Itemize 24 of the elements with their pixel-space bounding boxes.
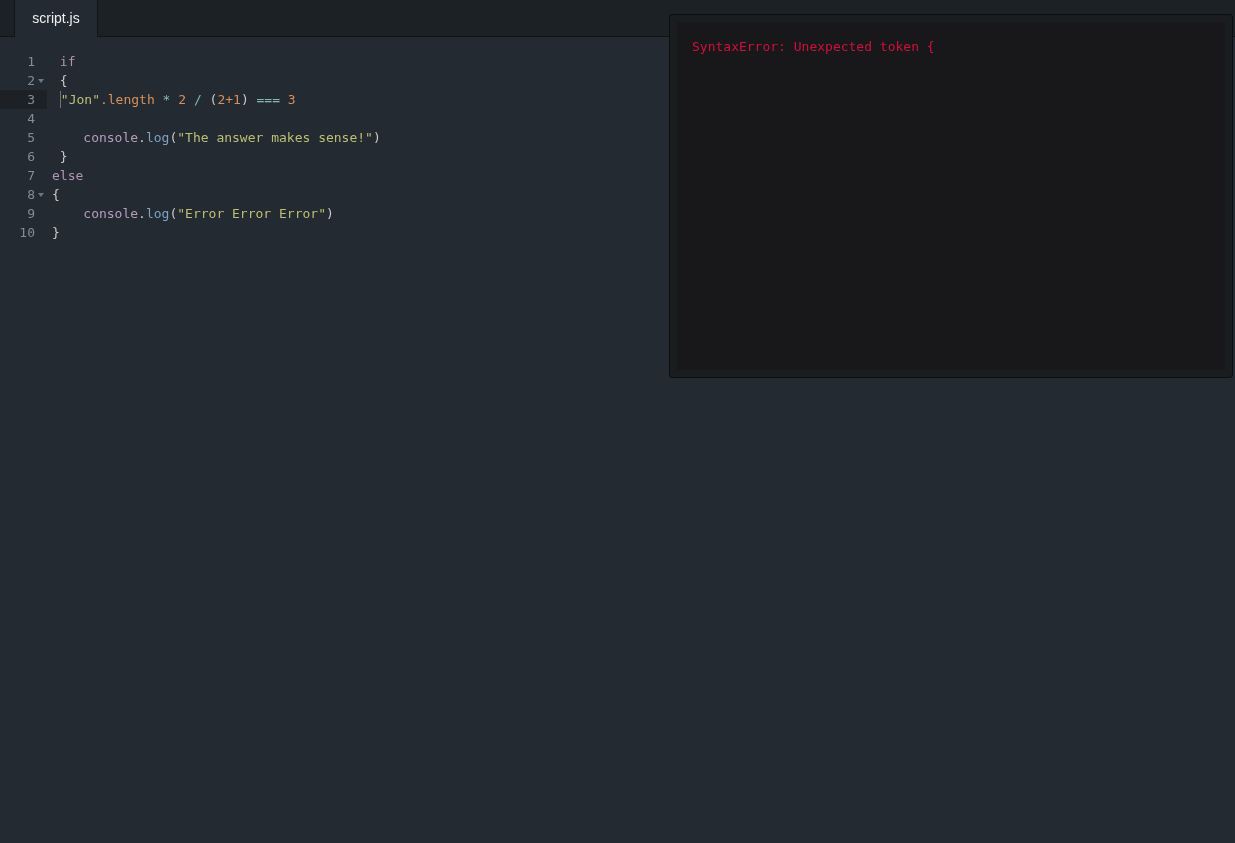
line-number: 5 <box>27 129 35 147</box>
line-number: 1 <box>27 53 35 71</box>
line-number: 6 <box>27 148 35 166</box>
fold-caret-icon[interactable] <box>38 192 44 197</box>
line-number: 10 <box>19 224 35 242</box>
line-number: 7 <box>27 167 35 185</box>
fold-caret-icon[interactable] <box>38 78 44 83</box>
error-message: SyntaxError: Unexpected token { <box>692 39 935 54</box>
code-line: { <box>52 186 60 204</box>
code-line: if <box>59 53 76 71</box>
code-line: } <box>59 148 68 166</box>
text-cursor <box>59 91 61 108</box>
code-line: { <box>59 72 68 90</box>
line-number: 8 <box>27 186 35 204</box>
line-number: 4 <box>27 110 35 128</box>
code-line: "Jon".length * 2 / (2+1) === 3 <box>60 91 296 109</box>
line-number: 3 <box>27 91 35 109</box>
code-line: else <box>52 167 84 185</box>
line-number: 2 <box>27 72 35 90</box>
code-line: } <box>52 224 60 242</box>
code-line: console.log("Error Error Error") <box>83 205 334 223</box>
line-number: 9 <box>27 205 35 223</box>
file-tab[interactable]: script.js <box>14 0 98 37</box>
code-line: console.log("The answer makes sense!") <box>83 129 381 147</box>
